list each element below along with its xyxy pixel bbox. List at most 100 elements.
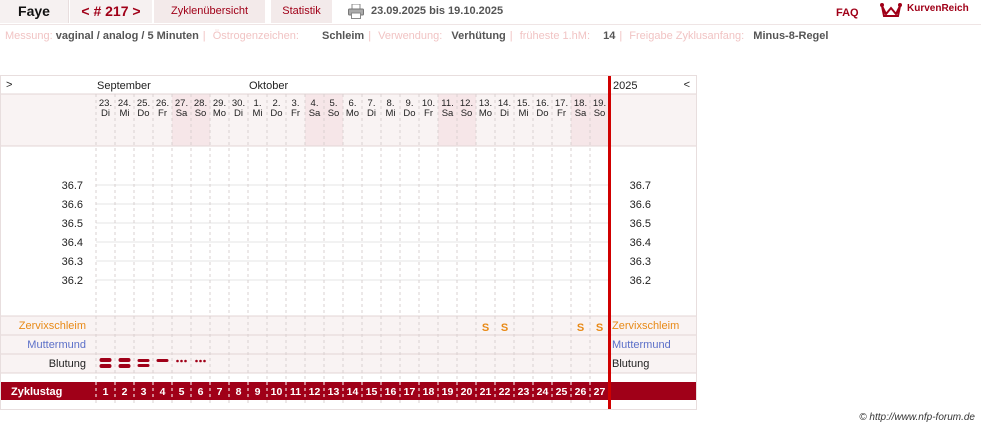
bleeding-mark [180,359,183,363]
cycle-chart: 36.7 36.7 36.6 36.6 36.5 36.5 36.4 36.4 36.3 36.3… [0,75,697,410]
bleeding-mark [99,358,112,362]
cycle-day-number: 12 [309,386,321,398]
cycle-navigator[interactable]: < # 217 > [70,0,152,23]
setting-label: Östrogenzeichen: [212,30,299,42]
setting-value: Verhütung [451,30,506,42]
day-weekday: Mo [213,108,226,119]
day-weekday: Mi [252,108,262,119]
cycle-day-number: 4 [160,386,166,398]
cycle-day-bar-right [609,382,696,400]
mucus-mark: S [596,322,603,334]
cycle-day-number: 17 [404,386,416,398]
day-weekday: Mi [385,108,395,119]
tab-statistics[interactable]: Statistik [271,0,332,23]
profile-name: Faye [0,0,69,23]
setting-label: Freigabe Zyklusanfang: [629,30,745,42]
cycle-day-number: 1 [103,386,109,398]
cycle-day-number: 3 [141,386,147,398]
mucus-mark: S [482,322,489,334]
cycle-chart-svg: 36.7 36.7 36.6 36.6 36.5 36.5 36.4 36.4 36.3 36.3… [1,76,696,409]
cycle-day-number: 15 [366,386,378,398]
cycle-day-number: 6 [198,386,204,398]
tab-cycle-overview[interactable]: Zyklenübersicht [154,0,265,23]
temp-axis-label-left: 36.2 [62,275,83,287]
divider [0,24,981,25]
day-weekday: Do [403,108,415,119]
cycle-day-number: 21 [480,386,492,398]
day-weekday: So [594,108,606,119]
day-weekday: Fr [158,108,167,119]
crown-logo-icon[interactable] [880,1,902,19]
printer-icon[interactable] [348,4,364,19]
bleeding-mark [203,359,206,363]
setting-label: Verwendung: [378,30,443,42]
day-weekday: Sa [442,108,454,119]
year-label: 2025 [613,80,637,92]
bleeding-mark [176,359,179,363]
cycle-day-number: 25 [556,386,568,398]
cycle-day-number: 11 [290,386,301,398]
temp-axis-label-left: 36.5 [62,218,83,230]
day-weekday: Sa [176,108,188,119]
bleeding-mark [99,364,112,368]
day-weekday: Di [500,108,509,119]
row-label-cycle-day: Zyklustag [11,386,62,398]
setting-label: Messung: [5,30,53,42]
temp-axis-label-right: 36.5 [630,218,651,230]
setting-value: 14 [603,30,616,42]
nav-next-icon: < [684,79,690,91]
temp-axis-label-left: 36.4 [62,237,83,249]
temp-axis-label-right: 36.2 [630,275,651,287]
row-label-mucus-right: Zervixschleim [612,320,679,332]
bleeding-mark [118,364,131,368]
faq-link[interactable]: FAQ [836,5,859,22]
month-label: Oktober [249,80,288,92]
mucus-mark: S [577,322,584,334]
temp-axis-label-right: 36.3 [630,256,651,268]
temp-axis-label-left: 36.3 [62,256,83,268]
cycle-day-number: 18 [423,386,435,398]
day-weekday: Do [137,108,149,119]
temp-axis-label-left: 36.7 [62,180,83,192]
cycle-day-number: 2 [122,386,128,398]
setting-value: Schleim [322,30,365,42]
bleeding-mark [118,358,131,362]
day-weekday: So [195,108,207,119]
cycle-day-number: 7 [217,386,223,398]
day-weekday: Sa [575,108,587,119]
day-weekday: Di [101,108,110,119]
day-weekday: Mi [518,108,528,119]
row-label-mucus: Zervixschleim [19,320,86,332]
bleeding-mark [137,359,150,362]
month-label: September [97,80,151,92]
brand-name[interactable]: KurvenReich [907,3,969,14]
setting-value: vaginal / analog / 5 Minuten [55,30,199,42]
mucus-mark: S [501,322,508,334]
cycle-day-number: 13 [328,386,340,398]
cycle-day-number: 9 [255,386,261,398]
day-weekday: Di [367,108,376,119]
bleeding-mark [137,364,150,367]
day-weekday: Fr [557,108,566,119]
day-weekday: Mo [479,108,492,119]
nav-prev-icon: > [6,79,12,91]
bleeding-mark [184,359,187,363]
setting-label: früheste 1.hM: [519,30,591,42]
cycle-day-number: 22 [499,386,511,398]
copyright: © http://www.nfp-forum.de [859,412,975,423]
cycle-day-number: 16 [385,386,397,398]
cycle-day-number: 24 [537,386,549,398]
temp-axis-label-right: 36.7 [630,180,651,192]
top-bar: Faye < # 217 > Zyklenübersicht Statistik… [0,0,981,24]
day-weekday: Di [234,108,243,119]
day-weekday: Fr [291,108,300,119]
day-weekday: Sa [309,108,321,119]
day-weekday: So [461,108,473,119]
day-weekday: Mi [119,108,129,119]
cycle-day-number: 20 [461,386,473,398]
row-label-bleeding-right: Blutung [612,358,649,370]
cycle-day-number: 5 [179,386,185,398]
cycle-day-number: 26 [575,386,587,398]
day-weekday: Do [270,108,282,119]
row-label-cervix: Muttermund [27,339,86,351]
